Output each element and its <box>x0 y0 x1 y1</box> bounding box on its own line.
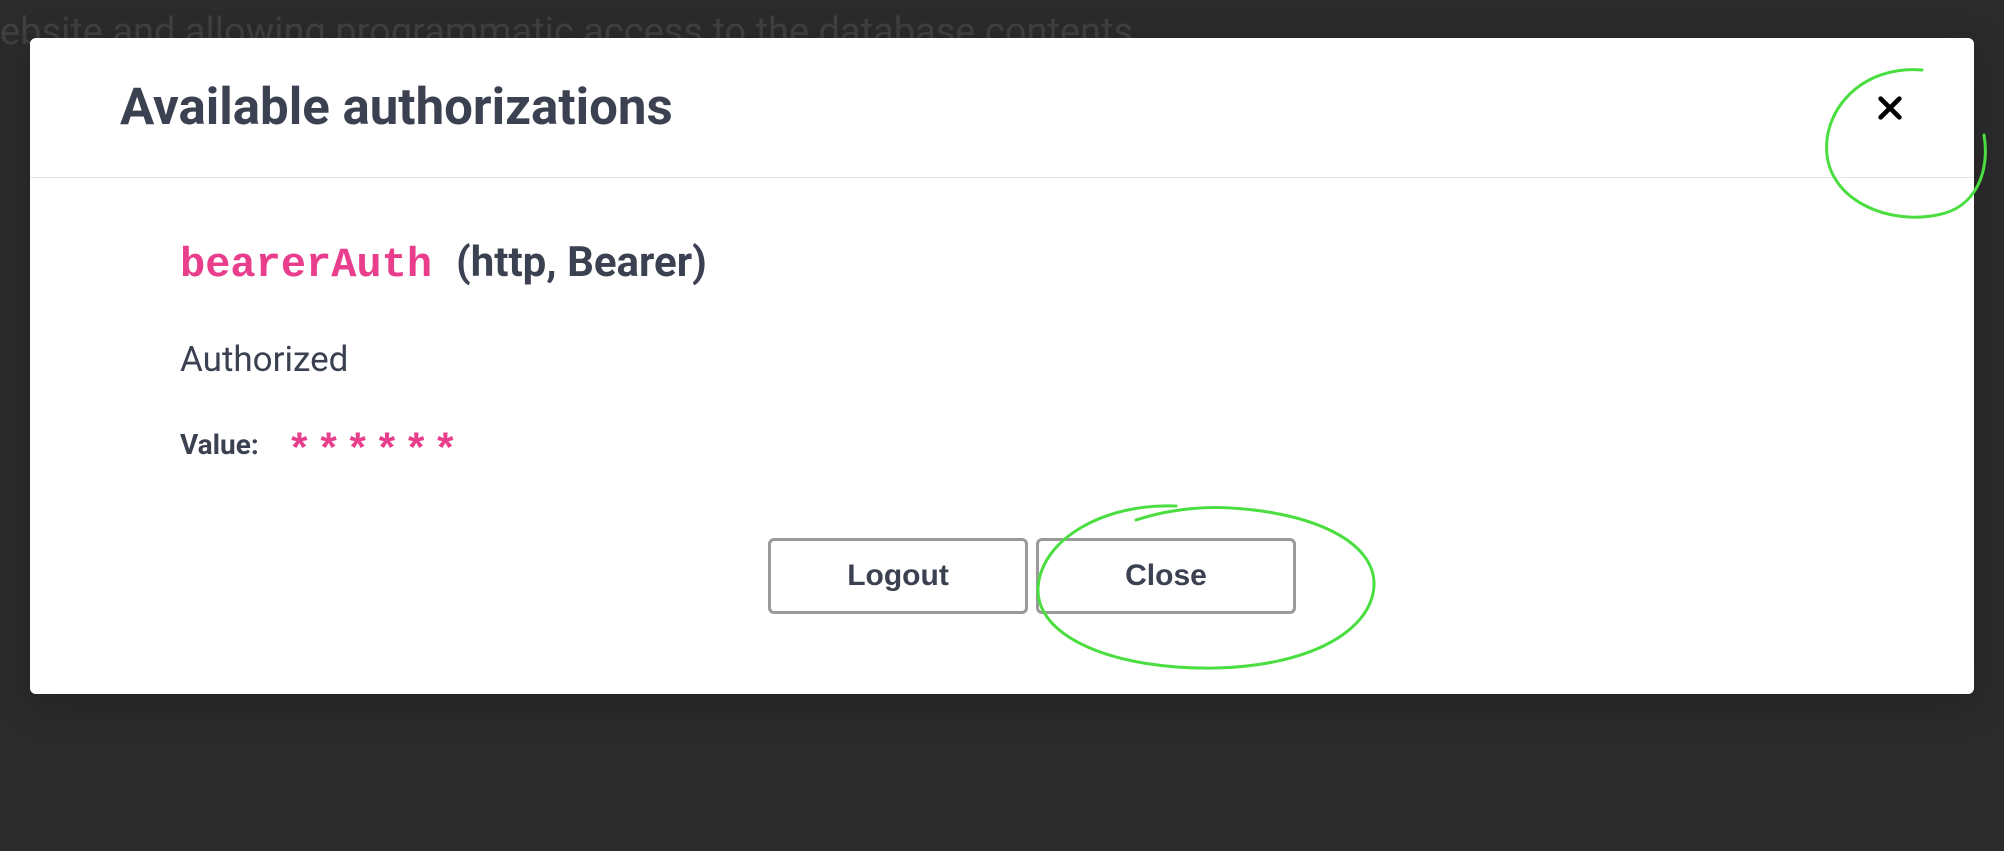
close-modal-button[interactable]: Close <box>1036 538 1296 614</box>
logout-button[interactable]: Logout <box>768 538 1028 614</box>
authorization-modal: Available authorizations bearerAuth (htt… <box>30 38 1974 694</box>
modal-title: Available authorizations <box>120 78 673 137</box>
close-icon <box>1876 94 1904 122</box>
auth-status: Authorized <box>180 339 1884 380</box>
auth-value-label: Value: <box>180 428 259 461</box>
auth-name-row: bearerAuth (http, Bearer) <box>180 238 1884 289</box>
auth-scheme-name: bearerAuth <box>180 241 432 289</box>
auth-value-masked: ****** <box>287 428 462 476</box>
auth-scheme-type: (http, Bearer) <box>456 238 707 287</box>
close-button[interactable] <box>1866 84 1914 132</box>
modal-backdrop: Available authorizations bearerAuth (htt… <box>0 0 2004 851</box>
auth-value-row: Value: ****** <box>180 420 1884 468</box>
button-row: Logout Close <box>180 538 1884 614</box>
modal-body: bearerAuth (http, Bearer) Authorized Val… <box>30 178 1974 694</box>
modal-header: Available authorizations <box>30 38 1974 178</box>
